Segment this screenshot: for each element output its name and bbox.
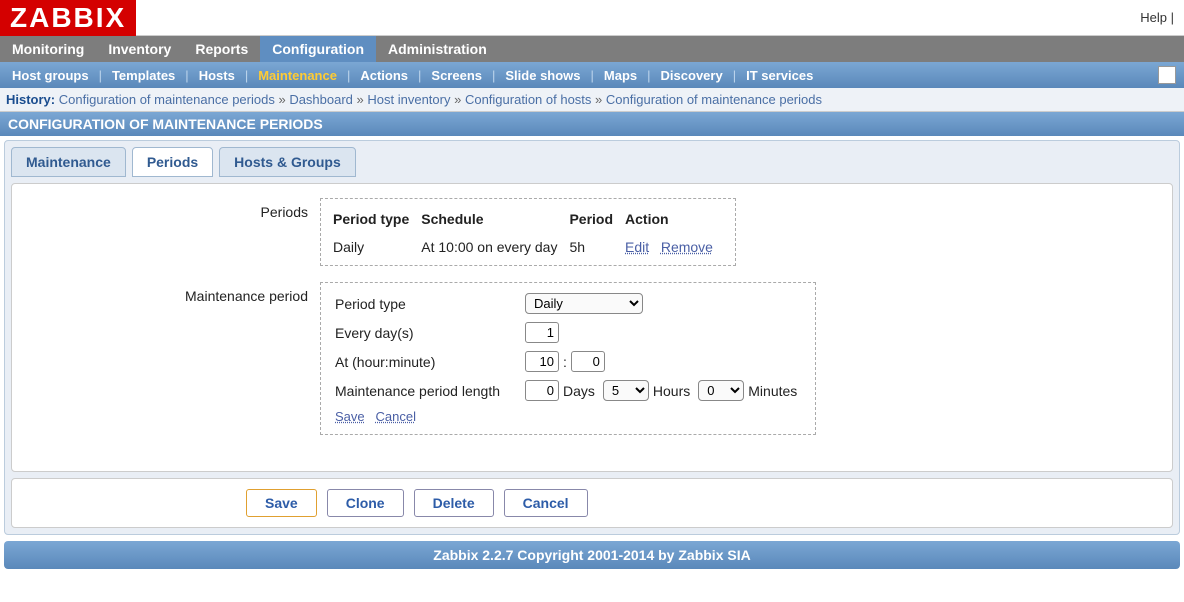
main-nav-inventory[interactable]: Inventory — [96, 36, 183, 62]
time-colon: : — [559, 354, 571, 370]
sub-nav: Host groups|Templates|Hosts|Maintenance|… — [0, 62, 1184, 88]
bottom-buttons: Save Clone Delete Cancel — [11, 478, 1173, 528]
col-period: Period — [569, 207, 623, 233]
history-bar: History: Configuration of maintenance pe… — [0, 88, 1184, 112]
sub-nav-actions[interactable]: Actions — [352, 68, 416, 83]
history-link[interactable]: Configuration of maintenance periods — [59, 92, 275, 107]
edit-link[interactable]: Edit — [625, 239, 649, 255]
nav-separator: | — [731, 68, 738, 83]
col-period-type: Period type — [333, 207, 419, 233]
tab-hosts-groups[interactable]: Hosts & Groups — [219, 147, 356, 177]
col-schedule: Schedule — [421, 207, 567, 233]
main-nav-monitoring[interactable]: Monitoring — [0, 36, 96, 62]
main-nav-configuration[interactable]: Configuration — [260, 36, 376, 62]
nav-separator: | — [243, 68, 250, 83]
period-type-select[interactable]: Daily — [525, 293, 643, 314]
logo[interactable]: ZABBIX — [0, 0, 136, 36]
at-hour-input[interactable] — [525, 351, 559, 372]
sub-nav-maps[interactable]: Maps — [596, 68, 645, 83]
form-area: Periods Period type Schedule Period Acti… — [11, 183, 1173, 472]
sub-nav-discovery[interactable]: Discovery — [653, 68, 731, 83]
sub-nav-slide-shows[interactable]: Slide shows — [497, 68, 588, 83]
main-nav-reports[interactable]: Reports — [183, 36, 260, 62]
main-nav-administration[interactable]: Administration — [376, 36, 499, 62]
breadcrumb-separator: » — [353, 92, 367, 107]
at-min-input[interactable] — [571, 351, 605, 372]
footer: Zabbix 2.2.7 Copyright 2001-2014 by Zabb… — [4, 541, 1180, 569]
cell-period: 5h — [569, 235, 623, 257]
sub-nav-templates[interactable]: Templates — [104, 68, 183, 83]
nav-separator: | — [345, 68, 352, 83]
mins-text: Minutes — [744, 383, 801, 399]
length-days-input[interactable] — [525, 380, 559, 401]
clone-button[interactable]: Clone — [327, 489, 404, 517]
history-label: History: — [6, 92, 55, 107]
periods-label: Periods — [20, 198, 320, 220]
period-type-label: Period type — [335, 296, 525, 312]
history-link[interactable]: Host inventory — [367, 92, 450, 107]
history-link[interactable]: Configuration of maintenance periods — [606, 92, 822, 107]
breadcrumb-separator: » — [275, 92, 289, 107]
history-link[interactable]: Configuration of hosts — [465, 92, 591, 107]
sub-nav-it-services[interactable]: IT services — [738, 68, 821, 83]
length-hours-select[interactable]: 5 — [603, 380, 649, 401]
cancel-button[interactable]: Cancel — [504, 489, 588, 517]
length-label: Maintenance period length — [335, 383, 525, 399]
help-link[interactable]: Help | — [1140, 10, 1184, 25]
save-button[interactable]: Save — [246, 489, 317, 517]
table-row: Daily At 10:00 on every day 5h Edit Remo… — [333, 235, 723, 257]
content-wrap: MaintenancePeriodsHosts & Groups Periods… — [4, 140, 1180, 535]
sub-nav-hosts[interactable]: Hosts — [191, 68, 243, 83]
days-text: Days — [559, 383, 603, 399]
cell-type: Daily — [333, 235, 419, 257]
sub-nav-host-groups[interactable]: Host groups — [4, 68, 97, 83]
search-box[interactable] — [1158, 66, 1176, 84]
maint-save-link[interactable]: Save — [335, 409, 365, 424]
hours-text: Hours — [649, 383, 698, 399]
maintenance-period-box: Period type Daily Every day(s) At (hour:… — [320, 282, 816, 435]
tab-periods[interactable]: Periods — [132, 147, 213, 177]
every-days-label: Every day(s) — [335, 325, 525, 341]
every-days-input[interactable] — [525, 322, 559, 343]
nav-separator: | — [490, 68, 497, 83]
breadcrumb-separator: » — [591, 92, 605, 107]
tabs: MaintenancePeriodsHosts & Groups — [11, 147, 1173, 177]
col-action: Action — [625, 207, 723, 233]
length-mins-select[interactable]: 0 — [698, 380, 744, 401]
nav-separator: | — [416, 68, 423, 83]
history-link[interactable]: Dashboard — [289, 92, 353, 107]
main-nav: MonitoringInventoryReportsConfigurationA… — [0, 36, 1184, 62]
nav-separator: | — [97, 68, 104, 83]
at-label: At (hour:minute) — [335, 354, 525, 370]
sub-nav-maintenance[interactable]: Maintenance — [250, 68, 345, 83]
maintenance-period-label: Maintenance period — [20, 282, 320, 304]
breadcrumb-separator: » — [450, 92, 464, 107]
nav-separator: | — [645, 68, 652, 83]
page-title: CONFIGURATION OF MAINTENANCE PERIODS — [0, 112, 1184, 136]
nav-separator: | — [589, 68, 596, 83]
sub-nav-screens[interactable]: Screens — [423, 68, 490, 83]
delete-button[interactable]: Delete — [414, 489, 494, 517]
maint-cancel-link[interactable]: Cancel — [375, 409, 415, 424]
nav-separator: | — [183, 68, 190, 83]
top-bar: ZABBIX Help | — [0, 0, 1184, 36]
tab-maintenance[interactable]: Maintenance — [11, 147, 126, 177]
cell-schedule: At 10:00 on every day — [421, 235, 567, 257]
remove-link[interactable]: Remove — [661, 239, 713, 255]
periods-table: Period type Schedule Period Action Daily… — [320, 198, 736, 266]
